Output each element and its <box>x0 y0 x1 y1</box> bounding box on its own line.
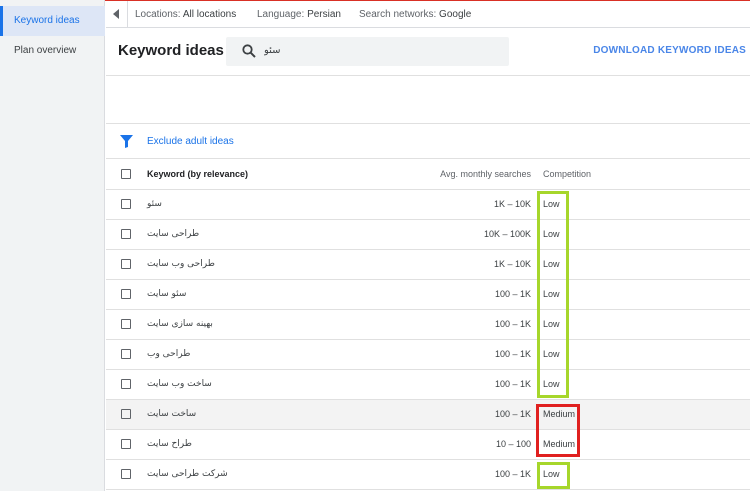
keyword-search-box[interactable] <box>226 37 509 66</box>
medium-competition-highlight <box>536 404 580 457</box>
search-networks-value: Google <box>439 9 472 20</box>
searches-cell: 100 – 1K <box>494 469 531 479</box>
searches-cell: 10K – 100K <box>483 229 531 239</box>
search-networks-filter[interactable]: Search networks: Google <box>359 9 471 20</box>
table-row[interactable]: ساخت وب سایت 100 – 1K Low <box>106 370 750 400</box>
column-header-competition[interactable]: Competition <box>543 169 591 179</box>
table-row[interactable]: طراحی وب 100 – 1K Low <box>106 340 750 370</box>
row-checkbox[interactable] <box>121 289 131 299</box>
row-checkbox[interactable] <box>121 199 131 209</box>
language-label: Language: <box>257 9 305 20</box>
table-row[interactable]: سئو سایت 100 – 1K Low <box>106 280 750 310</box>
download-keyword-ideas-button[interactable]: DOWNLOAD KEYWORD IDEAS <box>593 45 746 56</box>
row-checkbox[interactable] <box>121 229 131 239</box>
row-checkbox[interactable] <box>121 379 131 389</box>
searches-cell: 1K – 10K <box>493 259 531 269</box>
sidebar-item-label: Plan overview <box>14 45 77 56</box>
select-all-checkbox[interactable] <box>121 169 131 179</box>
column-header-keyword[interactable]: Keyword (by relevance) <box>147 169 248 179</box>
row-checkbox[interactable] <box>121 439 131 449</box>
keyword-cell: طراحی وب سایت <box>147 259 215 269</box>
language-filter[interactable]: Language: Persian <box>257 9 341 20</box>
keyword-cell: ساخت وب سایت <box>147 379 212 389</box>
locations-filter[interactable]: Locations: All locations <box>135 9 236 20</box>
language-value: Persian <box>307 9 341 20</box>
searches-cell: 100 – 1K <box>494 409 531 419</box>
exclude-adult-ideas-link[interactable]: Exclude adult ideas <box>147 136 234 147</box>
filter-icon[interactable] <box>120 135 133 148</box>
table-header-row: Keyword (by relevance) Avg. monthly sear… <box>106 159 750 190</box>
table-row[interactable]: طراحی وب سایت 1K – 10K Low <box>106 250 750 280</box>
collapse-sidebar-button[interactable] <box>106 1 128 27</box>
row-checkbox[interactable] <box>121 349 131 359</box>
filter-row: Exclude adult ideas <box>106 124 750 159</box>
row-checkbox[interactable] <box>121 319 131 329</box>
keyword-cell: طراح سایت <box>147 439 192 449</box>
search-icon <box>242 44 256 58</box>
sidebar: Keyword ideas Plan overview <box>0 0 105 491</box>
content-band <box>106 76 750 124</box>
sidebar-item-keyword-ideas[interactable]: Keyword ideas <box>0 6 105 36</box>
table-row[interactable]: طراحی سایت 10K – 100K Low <box>106 220 750 250</box>
row-checkbox[interactable] <box>121 469 131 479</box>
searches-cell: 100 – 1K <box>494 289 531 299</box>
low-competition-highlight <box>537 462 570 489</box>
locations-label: Locations: <box>135 9 181 20</box>
keyword-cell: طراحی وب <box>147 349 191 359</box>
low-competition-highlight <box>537 191 569 398</box>
table-row[interactable]: شرکت طراحی سایت 100 – 1K Low <box>106 460 750 490</box>
table-row[interactable]: ساخت سایت 100 – 1K Medium <box>106 400 750 430</box>
sidebar-item-label: Keyword ideas <box>14 15 80 26</box>
filter-bar: Locations: All locations Language: Persi… <box>106 1 750 28</box>
keyword-cell: طراحی سایت <box>147 229 200 239</box>
searches-cell: 100 – 1K <box>494 349 531 359</box>
search-networks-label: Search networks: <box>359 9 437 20</box>
sidebar-item-plan-overview[interactable]: Plan overview <box>0 36 105 66</box>
table-row[interactable]: طراح سایت 10 – 100 Medium <box>106 430 750 460</box>
row-checkbox[interactable] <box>121 259 131 269</box>
caret-left-icon <box>113 9 119 19</box>
searches-cell: 100 – 1K <box>494 319 531 329</box>
page-title: Keyword ideas <box>118 42 224 59</box>
row-checkbox[interactable] <box>121 409 131 419</box>
keyword-table: Keyword (by relevance) Avg. monthly sear… <box>106 159 750 490</box>
column-header-searches[interactable]: Avg. monthly searches <box>440 169 531 179</box>
searches-cell: 100 – 1K <box>494 379 531 389</box>
keyword-search-input[interactable] <box>264 45 484 56</box>
searches-cell: 1K – 10K <box>493 199 531 209</box>
page-header: Keyword ideas DOWNLOAD KEYWORD IDEAS <box>106 28 750 76</box>
table-row[interactable]: بهینه سازی سایت 100 – 1K Low <box>106 310 750 340</box>
keyword-cell: سئو سایت <box>147 289 187 299</box>
keyword-cell: شرکت طراحی سایت <box>147 469 228 479</box>
keyword-cell: سئو <box>147 199 162 209</box>
table-row[interactable]: سئو 1K – 10K Low <box>106 190 750 220</box>
keyword-cell: بهینه سازی سایت <box>147 319 213 329</box>
searches-cell: 10 – 100 <box>495 439 531 449</box>
locations-value: All locations <box>182 9 237 20</box>
keyword-cell: ساخت سایت <box>147 409 197 419</box>
